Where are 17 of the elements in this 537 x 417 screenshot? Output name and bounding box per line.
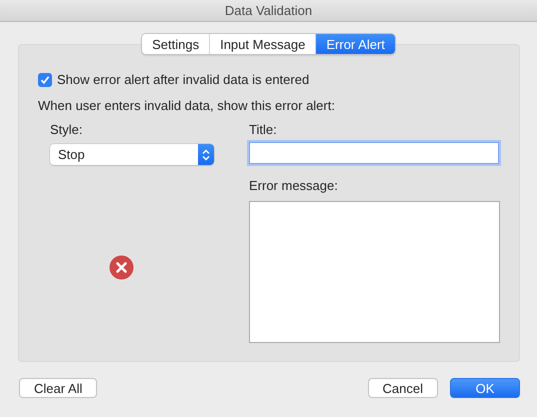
ok-button[interactable]: OK xyxy=(450,378,520,398)
title-label: Title: xyxy=(249,122,278,138)
tab[interactable]: Settings xyxy=(142,34,210,54)
stepper-icon xyxy=(202,148,210,160)
error-message-field[interactable] xyxy=(249,201,500,343)
instruction-text: When user enters invalid data, show this error alert: xyxy=(38,98,336,113)
button[interactable]: Cancel xyxy=(368,378,438,398)
checkbox[interactable] xyxy=(38,72,52,86)
button[interactable]: Clear All xyxy=(19,378,98,398)
window-title: Data Validation xyxy=(224,3,312,18)
style-label: Style: xyxy=(50,122,84,138)
checkbox-label[interactable]: Show error alert after invalid data is entered xyxy=(57,72,310,87)
tab[interactable]: Error Alert xyxy=(315,34,395,54)
style-select[interactable]: Stop xyxy=(50,144,214,165)
tab[interactable]: Input Message xyxy=(209,34,316,54)
title-field[interactable] xyxy=(249,142,499,164)
error-message-label: Error message: xyxy=(249,178,339,194)
